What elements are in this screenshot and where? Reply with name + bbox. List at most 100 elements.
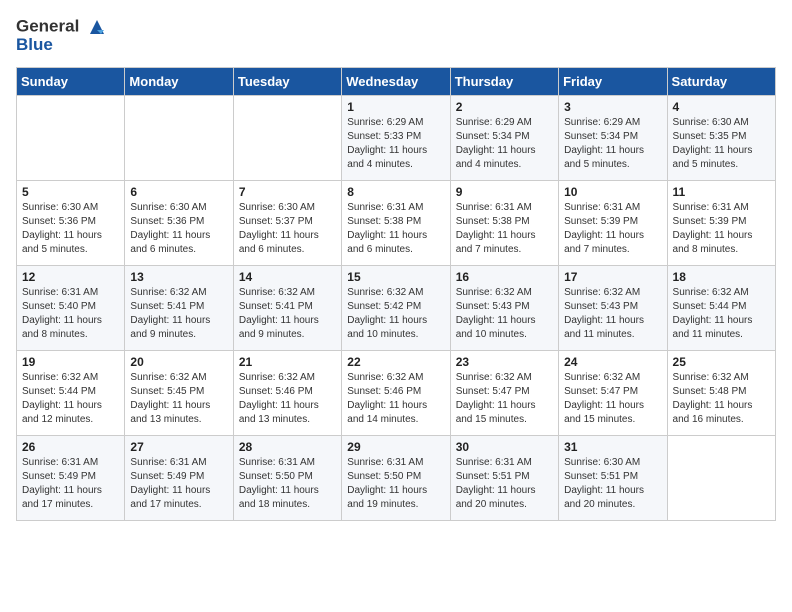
day-cell-6: 6Sunrise: 6:30 AMSunset: 5:36 PMDaylight… [125,180,233,265]
sunrise-text: Sunrise: 6:29 AM [347,117,423,128]
weekday-header-friday: Friday [559,67,667,95]
day-info: Sunrise: 6:31 AMSunset: 5:38 PMDaylight:… [456,201,553,257]
daylight-text: Daylight: 11 hours and 20 minutes. [456,485,536,510]
sunrise-text: Sunrise: 6:32 AM [564,372,640,383]
day-info: Sunrise: 6:32 AMSunset: 5:46 PMDaylight:… [347,371,444,427]
day-number: 15 [347,270,444,284]
daylight-text: Daylight: 11 hours and 20 minutes. [564,485,644,510]
sunset-text: Sunset: 5:51 PM [456,471,530,482]
day-number: 31 [564,440,661,454]
sunrise-text: Sunrise: 6:32 AM [673,287,749,298]
logo-blue: Blue [16,36,108,55]
day-cell-31: 31 Sunrise: 6:30 AMSunset: 5:51 PMDayligh… [559,435,667,520]
day-cell-11: 11Sunrise: 6:31 AMSunset: 5:39 PMDayligh… [667,180,775,265]
day-number: 26 [22,440,119,454]
sunset-text: Sunset: 5:38 PM [456,216,530,227]
day-cell-14: 14Sunrise: 6:32 AMSunset: 5:41 PMDayligh… [233,265,341,350]
daylight-text: Daylight: 11 hours and 15 minutes. [456,400,536,425]
logo: General Blue [16,16,108,55]
sunrise-text: Sunrise: 6:31 AM [456,202,532,213]
daylight-text: Daylight: 11 hours and 13 minutes. [239,400,319,425]
day-number: 7 [239,185,336,199]
sunrise-text: Sunrise: 6:32 AM [347,287,423,298]
sunset-text: Sunset: 5:40 PM [22,301,96,312]
day-cell-15: 15Sunrise: 6:32 AMSunset: 5:42 PMDayligh… [342,265,450,350]
day-cell-26: 26Sunrise: 6:31 AMSunset: 5:49 PMDayligh… [17,435,125,520]
day-info: Sunrise: 6:31 AMSunset: 5:40 PMDaylight:… [22,286,119,342]
day-number: 28 [239,440,336,454]
day-number: 12 [22,270,119,284]
daylight-text: Daylight: 11 hours and 10 minutes. [456,315,536,340]
day-number: 6 [130,185,227,199]
weekday-header-wednesday: Wednesday [342,67,450,95]
sunrise-text: Sunrise: 6:32 AM [22,372,98,383]
day-cell-8: 8Sunrise: 6:31 AMSunset: 5:38 PMDaylight… [342,180,450,265]
day-cell-3: 3Sunrise: 6:29 AMSunset: 5:34 PMDaylight… [559,95,667,180]
day-info: Sunrise: 6:29 AMSunset: 5:34 PMDaylight:… [456,116,553,172]
day-number: 30 [456,440,553,454]
daylight-text: Daylight: 11 hours and 16 minutes. [673,400,753,425]
day-info: Sunrise: 6:30 AMSunset: 5:51 PMDaylight:… [564,456,661,512]
day-cell-12: 12 Sunrise: 6:31 AMSunset: 5:40 PMDayligh… [17,265,125,350]
daylight-text: Daylight: 11 hours and 7 minutes. [564,230,644,255]
daylight-text: Daylight: 11 hours and 10 minutes. [347,315,427,340]
day-number: 5 [22,185,119,199]
week-row-4: 19Sunrise: 6:32 AMSunset: 5:44 PMDayligh… [17,350,776,435]
day-number: 19 [22,355,119,369]
daylight-text: Daylight: 11 hours and 6 minutes. [130,230,210,255]
sunrise-text: Sunrise: 6:29 AM [456,117,532,128]
day-info: Sunrise: 6:32 AMSunset: 5:46 PMDaylight:… [239,371,336,427]
day-info: Sunrise: 6:31 AMSunset: 5:39 PMDaylight:… [673,201,770,257]
day-cell-27: 27Sunrise: 6:31 AMSunset: 5:49 PMDayligh… [125,435,233,520]
day-info: Sunrise: 6:32 AMSunset: 5:47 PMDaylight:… [456,371,553,427]
week-row-1: 1Sunrise: 6:29 AMSunset: 5:33 PMDaylight… [17,95,776,180]
sunset-text: Sunset: 5:41 PM [130,301,204,312]
day-cell-29: 29Sunrise: 6:31 AMSunset: 5:50 PMDayligh… [342,435,450,520]
day-info: Sunrise: 6:31 AMSunset: 5:50 PMDaylight:… [347,456,444,512]
daylight-text: Daylight: 11 hours and 5 minutes. [22,230,102,255]
sunset-text: Sunset: 5:43 PM [456,301,530,312]
day-info: Sunrise: 6:30 AMSunset: 5:37 PMDaylight:… [239,201,336,257]
day-number: 10 [564,185,661,199]
day-cell-23: 23Sunrise: 6:32 AMSunset: 5:47 PMDayligh… [450,350,558,435]
weekday-header-tuesday: Tuesday [233,67,341,95]
day-info: Sunrise: 6:32 AMSunset: 5:43 PMDaylight:… [456,286,553,342]
day-cell-1: 1Sunrise: 6:29 AMSunset: 5:33 PMDaylight… [342,95,450,180]
daylight-text: Daylight: 11 hours and 4 minutes. [347,145,427,170]
calendar-table: SundayMondayTuesdayWednesdayThursdayFrid… [16,67,776,521]
sunrise-text: Sunrise: 6:31 AM [347,202,423,213]
day-number: 17 [564,270,661,284]
day-number: 9 [456,185,553,199]
sunrise-text: Sunrise: 6:31 AM [130,457,206,468]
week-row-2: 5Sunrise: 6:30 AMSunset: 5:36 PMDaylight… [17,180,776,265]
daylight-text: Daylight: 11 hours and 19 minutes. [347,485,427,510]
daylight-text: Daylight: 11 hours and 11 minutes. [673,315,753,340]
daylight-text: Daylight: 11 hours and 17 minutes. [22,485,102,510]
day-number: 22 [347,355,444,369]
sunset-text: Sunset: 5:46 PM [347,386,421,397]
weekday-header-row: SundayMondayTuesdayWednesdayThursdayFrid… [17,67,776,95]
day-number: 18 [673,270,770,284]
daylight-text: Daylight: 11 hours and 8 minutes. [22,315,102,340]
day-number: 16 [456,270,553,284]
day-cell-25: 25Sunrise: 6:32 AMSunset: 5:48 PMDayligh… [667,350,775,435]
day-cell-16: 16 Sunrise: 6:32 AMSunset: 5:43 PMDayligh… [450,265,558,350]
sunrise-text: Sunrise: 6:29 AM [564,117,640,128]
sunrise-text: Sunrise: 6:31 AM [239,457,315,468]
day-number: 4 [673,100,770,114]
day-info: Sunrise: 6:32 AMSunset: 5:41 PMDaylight:… [239,286,336,342]
sunset-text: Sunset: 5:49 PM [130,471,204,482]
sunrise-text: Sunrise: 6:31 AM [347,457,423,468]
week-row-5: 26 Sunrise: 6:31 AM Sunset: 5:49 PM Dayligh… [17,435,776,520]
weekday-header-monday: Monday [125,67,233,95]
day-cell-2: 2Sunrise: 6:29 AMSunset: 5:34 PMDaylight… [450,95,558,180]
sunset-text: Sunset: 5:46 PM [239,386,313,397]
day-info: Sunrise: 6:31 AM Sunset: 5:51 PM Daylight:… [456,456,553,512]
daylight-text: Daylight: 11 hours and 18 minutes. [239,485,319,510]
daylight-text: Daylight: 11 hours and 6 minutes. [347,230,427,255]
day-info: Sunrise: 6:32 AMSunset: 5:47 PMDaylight:… [564,371,661,427]
daylight-text: Daylight: 11 hours and 17 minutes. [130,485,210,510]
day-info: Sunrise: 6:29 AMSunset: 5:33 PMDaylight:… [347,116,444,172]
sunrise-text: Sunrise: 6:30 AM [673,117,749,128]
sunrise-text: Sunrise: 6:31 AM [456,457,532,468]
